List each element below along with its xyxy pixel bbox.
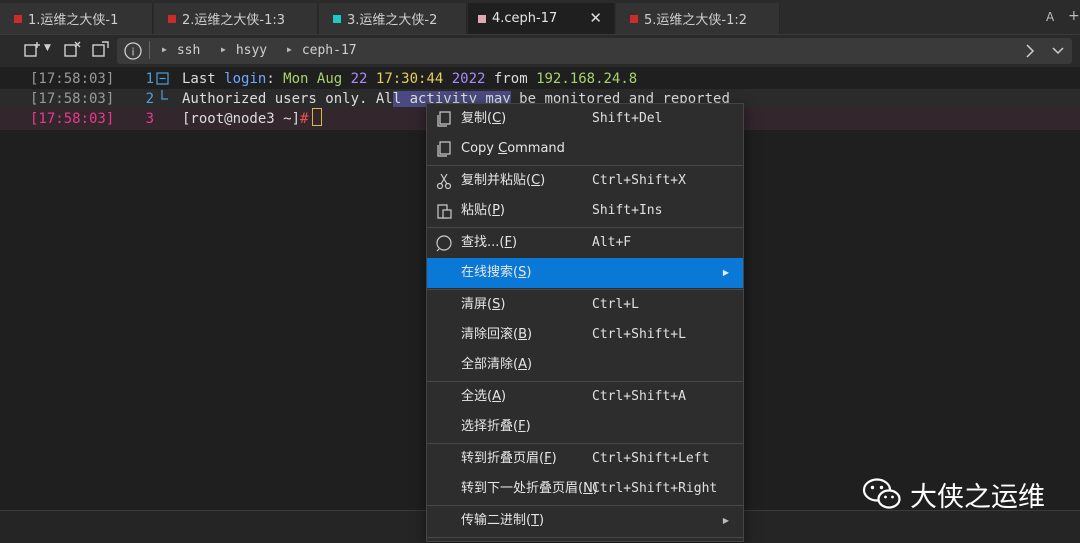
chevron-down-icon[interactable]	[1051, 44, 1065, 58]
menu-item-paste[interactable]: 粘贴(P) Shift+Ins	[427, 196, 743, 226]
prompt: [root@node3 ~]#	[182, 108, 323, 130]
tab-label: 3.运维之大侠-2	[347, 13, 438, 28]
address-bar[interactable]: i ▶ ssh ▶ hsyy ▶ ceph-17	[117, 38, 1072, 64]
scissors-icon	[436, 173, 452, 190]
chevron-down-icon[interactable]: ▼	[44, 43, 51, 53]
tab-bar: 1.运维之大侠-1 2.运维之大侠-1:3 3.运维之大侠-2 4.ceph-1…	[0, 0, 1080, 35]
divider	[149, 41, 150, 59]
close-icon[interactable]: ✕	[589, 9, 602, 27]
menu-item-copy-paste[interactable]: 复制并粘贴(C) Ctrl+Shift+X	[427, 166, 743, 196]
cursor	[312, 108, 323, 126]
context-menu: 复制(C) Shift+Del Copy Command 复制并粘贴(C) Ct…	[426, 103, 744, 542]
tab-color-icon	[630, 14, 638, 23]
menu-item-online-search[interactable]: 在线搜索(S) ▶	[427, 258, 743, 288]
fold-icon[interactable]	[156, 72, 170, 86]
menu-item-goto-next-fold-header[interactable]: 转到下一处折叠页眉(N) Ctrl+Shift+Right	[427, 474, 743, 504]
menu-item-clear-screen[interactable]: 清屏(S) Ctrl+L	[427, 290, 743, 320]
chevron-right-icon[interactable]	[1023, 42, 1037, 60]
caret-right-icon: ▶	[221, 45, 226, 54]
line-number: 1	[145, 71, 154, 87]
menu-item-goto-fold-header[interactable]: 转到折叠页眉(F) Ctrl+Shift+Left	[427, 444, 743, 474]
terminal-line: [17:58:03] 1 Last login: Mon Aug 22 17:3…	[0, 69, 1080, 89]
tab-1[interactable]: 1.运维之大侠-1	[0, 3, 153, 34]
tab-color-icon	[333, 14, 341, 23]
breadcrumb-item[interactable]: ▶ ceph-17	[287, 43, 357, 58]
shortcut: Ctrl+Shift+Right	[592, 481, 718, 496]
menu-item-clear-scrollback[interactable]: 清除回滚(B) Ctrl+Shift+L	[427, 320, 743, 350]
shortcut: Ctrl+Shift+Left	[592, 451, 710, 466]
tab-color-icon	[478, 14, 486, 23]
shortcut: Alt+F	[592, 235, 632, 250]
new-tab-icon[interactable]: +	[1068, 8, 1080, 24]
terminal-text: Last login: Mon Aug 22 17:30:44 2022 fro…	[182, 71, 638, 87]
toolbar: ▼ i ▶ ssh ▶ hsyy ▶ ceph-17	[0, 35, 1080, 67]
find-icon	[436, 235, 452, 252]
font-size-icon[interactable]: A	[1046, 10, 1054, 24]
info-icon[interactable]: i	[123, 41, 143, 61]
timestamp: [17:58:03]	[30, 71, 115, 87]
svg-text:i: i	[131, 46, 134, 59]
menu-separator	[427, 537, 743, 538]
copy-icon	[437, 141, 451, 157]
watermark-text: 大侠之运维	[910, 481, 1045, 513]
menu-item-copy-command[interactable]: Copy Command	[427, 134, 743, 164]
submenu-arrow-icon: ▶	[722, 268, 729, 277]
tab-2[interactable]: 2.运维之大侠-1:3	[154, 3, 318, 34]
tab-color-icon	[168, 14, 176, 23]
menu-item-select-fold[interactable]: 选择折叠(F)	[427, 412, 743, 442]
tab-5[interactable]: 5.运维之大侠-1:2	[616, 3, 780, 34]
shortcut: Ctrl+Shift+X	[592, 173, 686, 188]
breadcrumb-item[interactable]: ▶ ssh	[162, 43, 200, 58]
menu-item-clear-all[interactable]: 全部清除(A)	[427, 350, 743, 380]
line-number: 2	[145, 91, 154, 107]
tab-label: 2.运维之大侠-1:3	[182, 13, 286, 28]
timestamp: [17:58:03]	[30, 91, 115, 107]
submenu-arrow-icon: ▶	[722, 516, 729, 525]
new-session-icon[interactable]	[22, 40, 42, 60]
menu-item-transfer-binary[interactable]: 传输二进制(T) ▶	[427, 506, 743, 536]
menu-item-select-all[interactable]: 全选(A) Ctrl+Shift+A	[427, 382, 743, 412]
close-session-icon[interactable]	[62, 40, 82, 60]
timestamp: [17:58:03]	[30, 111, 115, 127]
tab-3[interactable]: 3.运维之大侠-2	[319, 3, 467, 34]
menu-item-find[interactable]: 查找...(F) Alt+F	[427, 228, 743, 258]
caret-right-icon: ▶	[287, 45, 292, 54]
copy-icon	[437, 111, 451, 127]
watermark: 大侠之运维	[862, 474, 1045, 514]
shortcut: Shift+Ins	[592, 203, 663, 218]
caret-right-icon: ▶	[162, 45, 167, 54]
shortcut: Ctrl+Shift+A	[592, 389, 686, 404]
shortcut: Shift+Del	[592, 111, 663, 126]
tab-label: 1.运维之大侠-1	[28, 13, 119, 28]
tab-color-icon	[14, 14, 22, 23]
paste-icon	[437, 204, 452, 219]
wechat-icon	[862, 478, 901, 509]
tab-label: 5.运维之大侠-1:2	[644, 13, 748, 28]
tab-4-active[interactable]: 4.ceph-17 ✕	[468, 3, 615, 34]
menu-item-copy[interactable]: 复制(C) Shift+Del	[427, 104, 743, 134]
shortcut: Ctrl+Shift+L	[592, 327, 686, 342]
duplicate-session-icon[interactable]	[90, 40, 110, 60]
shortcut: Ctrl+L	[592, 297, 639, 312]
fold-end-icon	[161, 90, 168, 100]
line-number: 3	[145, 111, 154, 127]
tab-label: 4.ceph-17	[492, 11, 558, 26]
breadcrumb-item[interactable]: ▶ hsyy	[221, 43, 267, 58]
